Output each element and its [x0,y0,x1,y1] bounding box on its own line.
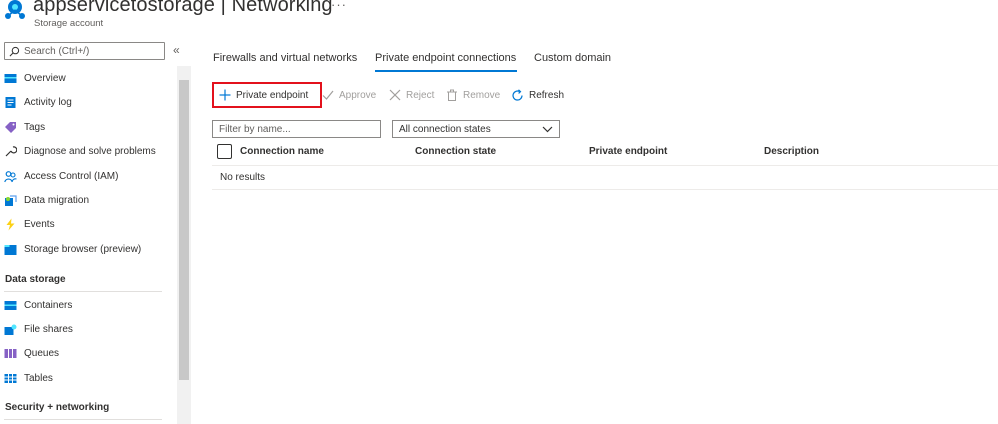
sidebar-item-file-shares[interactable]: File shares [4,319,73,339]
select-all-checkbox[interactable] [217,144,232,159]
wrench-icon [4,145,17,158]
people-icon [4,170,17,183]
sidebar-item-containers[interactable]: Containers [4,295,72,315]
sidebar-item-label: Access Control (IAM) [24,170,119,182]
sidebar-item-activity-log[interactable]: Activity log [4,92,72,112]
sidebar-item-queues[interactable]: Queues [4,343,59,363]
sidebar-item-label: Activity log [24,96,72,108]
dropdown-selected-value: All connection states [399,123,491,135]
refresh-icon [512,88,523,101]
reject-label: Reject [406,89,435,101]
more-options-button[interactable]: ··· [331,0,347,12]
empty-table-message: No results [220,172,266,183]
close-icon [389,89,401,101]
connection-state-dropdown[interactable]: All connection states [392,120,560,138]
overview-icon [4,72,17,85]
sidebar-item-label: Queues [24,347,60,359]
section-header-security: Security + networking [5,402,110,413]
sidebar-item-iam[interactable]: Access Control (IAM) [4,166,118,186]
activity-log-icon [4,96,17,109]
sidebar-item-tables[interactable]: Tables [4,368,53,388]
reject-button[interactable]: Reject [389,87,434,103]
remove-label: Remove [463,89,501,101]
refresh-button[interactable]: Refresh [511,87,564,103]
table-row-divider [212,189,998,190]
sidebar-item-tags[interactable]: Tags [4,117,45,137]
sidebar-item-diagnose[interactable]: Diagnose and solve problems [4,141,156,161]
column-header-description[interactable]: Description [764,146,819,157]
collapse-sidebar-button[interactable]: « [173,43,180,57]
checkmark-icon [322,90,334,100]
sidebar-item-events[interactable]: Events [4,214,55,234]
page-subtitle: Storage account [34,18,104,29]
tables-icon [4,372,17,385]
active-tab-indicator [375,70,517,72]
sidebar-item-label: Events [24,218,55,230]
search-icon [9,46,20,56]
plus-icon [219,89,231,101]
section-divider [4,291,162,292]
sidebar-item-overview[interactable]: Overview [4,68,66,88]
sidebar-item-label: Data migration [24,194,90,206]
tab-firewalls[interactable]: Firewalls and virtual networks [213,52,357,64]
section-header-data-storage: Data storage [5,274,66,285]
sidebar-item-label: Storage browser (preview) [24,243,142,255]
lightning-icon [4,218,17,231]
queues-icon [4,347,17,360]
storage-account-icon [5,0,25,19]
add-private-endpoint-button[interactable]: Private endpoint [219,87,308,103]
remove-button[interactable]: Remove [446,87,500,103]
tab-private-endpoint-connections[interactable]: Private endpoint connections [375,52,516,64]
filter-by-name-input[interactable]: Filter by name... [212,120,381,138]
trash-icon [447,89,457,101]
sidebar-item-label: Tags [24,121,46,133]
tag-icon [4,121,17,134]
sidebar-item-label: Containers [24,299,73,311]
column-header-connection-name[interactable]: Connection name [240,146,324,157]
sidebar-item-storage-browser[interactable]: Storage browser (preview) [4,239,141,259]
tab-custom-domain[interactable]: Custom domain [534,52,611,64]
storage-browser-icon [4,243,17,256]
file-shares-icon [4,323,17,336]
sidebar-item-label: Diagnose and solve problems [24,145,156,157]
sidebar-item-label: Overview [24,72,66,84]
approve-button[interactable]: Approve [322,87,376,103]
search-placeholder: Search (Ctrl+/) [24,45,90,57]
sidebar-scrollbar-thumb[interactable] [179,80,189,380]
table-header-divider [212,165,998,166]
filter-placeholder: Filter by name... [219,123,291,135]
refresh-label: Refresh [529,89,565,101]
chevron-down-icon [542,126,553,132]
sidebar-item-label: Tables [24,372,53,384]
column-header-private-endpoint[interactable]: Private endpoint [589,146,667,157]
column-header-connection-state[interactable]: Connection state [415,146,496,157]
page-title: appservicetostorage | Networking [33,0,333,16]
private-endpoint-label: Private endpoint [236,89,309,101]
containers-icon [4,299,17,312]
sidebar-item-data-migration[interactable]: Data migration [4,190,89,210]
sidebar-item-label: File shares [24,323,73,335]
sidebar-search-input[interactable]: Search (Ctrl+/) [4,42,165,60]
data-migration-icon [4,194,17,207]
section-divider [4,419,162,420]
approve-label: Approve [339,89,377,101]
